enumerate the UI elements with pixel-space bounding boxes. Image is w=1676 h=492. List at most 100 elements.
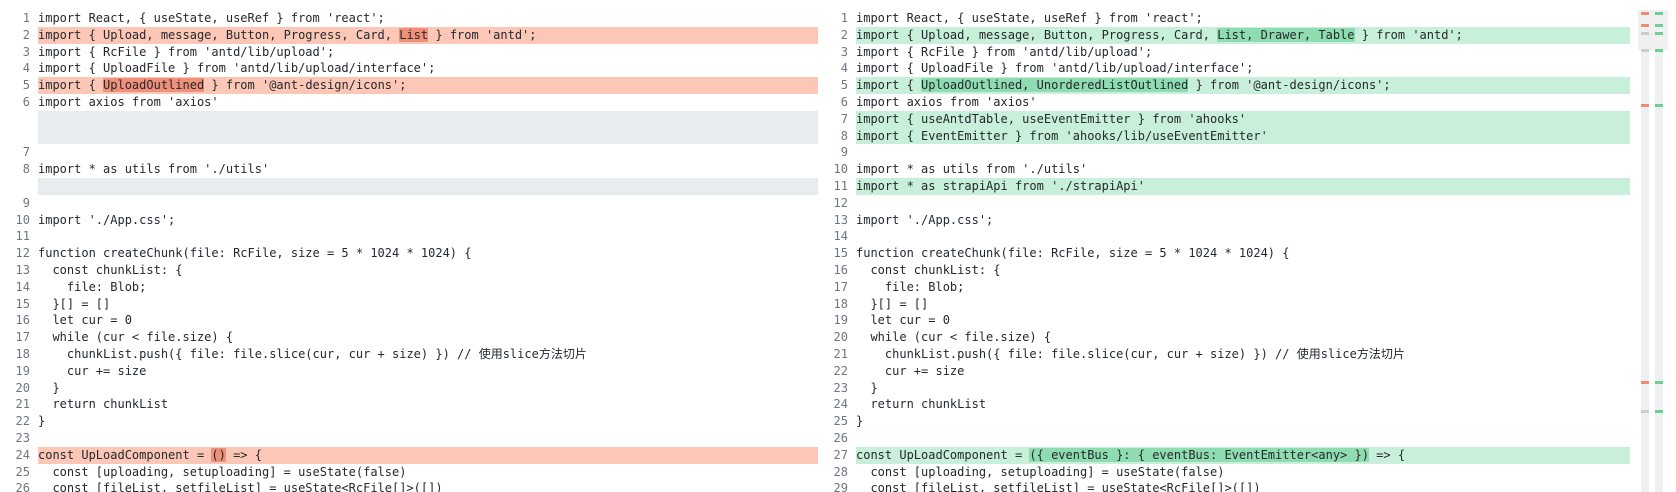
code-line[interactable]: 22 cur += size: [818, 363, 1630, 380]
code-text: chunkList.push({ file: file.slice(cur, c…: [856, 346, 1405, 361]
line-number: 26: [15, 481, 30, 492]
code-text: function createChunk(file: RcFile, size …: [38, 246, 472, 261]
code-line[interactable]: 6 import axios from 'axios': [818, 94, 1630, 111]
code-text: cur += size: [38, 363, 147, 378]
code-line[interactable]: 6 import axios from 'axios': [0, 94, 818, 111]
code-line[interactable]: 16 const chunkList: {: [818, 262, 1630, 279]
line-code: chunkList.push({ file: file.slice(cur, c…: [856, 346, 1630, 363]
diff-filler-row[interactable]: [0, 110, 818, 145]
code-line[interactable]: 20 while (cur < file.size) {: [818, 329, 1630, 346]
code-line[interactable]: 10 import './App.css';: [0, 212, 818, 229]
code-line[interactable]: 1 import React, { useState, useRef } from…: [818, 10, 1630, 27]
code-line[interactable]: 10 import * as utils from './utils': [818, 161, 1630, 178]
code-line[interactable]: 23: [0, 430, 818, 447]
code-line[interactable]: 24 const UpLoadComponent = () => {: [0, 446, 818, 464]
code-line[interactable]: 15 }[] = []: [0, 296, 818, 313]
line-number: 14: [15, 279, 30, 294]
code-line[interactable]: 21 chunkList.push({ file: file.slice(cur…: [818, 346, 1630, 363]
code-text: import axios from 'axios': [38, 94, 219, 109]
code-line[interactable]: 22}: [0, 413, 818, 430]
code-text: const [fileList, setfileList] = useState…: [856, 481, 1261, 492]
code-text: import React, { useState, useRef } from …: [38, 11, 385, 25]
code-line[interactable]: 4 import { UploadFile } from 'antd/lib/up…: [0, 60, 818, 77]
overview-change-marker: [1641, 410, 1649, 413]
code-text: }: [856, 414, 864, 429]
code-line[interactable]: 27 const UpLoadComponent = ({ eventBus }:…: [818, 446, 1630, 464]
code-text: import { RcFile } from 'antd/lib/upload'…: [38, 44, 335, 59]
line-number: 12: [15, 246, 30, 261]
code-text: import { useAntdTable, useEventEmitter }…: [856, 111, 1247, 126]
code-line[interactable]: 17 file: Blob;: [818, 279, 1630, 296]
deleted-text: UploadOutlined: [103, 78, 205, 93]
code-text: file: Blob;: [856, 279, 965, 294]
line-number: 20: [833, 330, 848, 345]
original-pane[interactable]: 1 import React, { useState, useRef } from…: [0, 10, 818, 492]
code-line[interactable]: 17 while (cur < file.size) {: [0, 329, 818, 346]
code-line[interactable]: 19 cur += size: [0, 363, 818, 380]
code-line[interactable]: 3 import { RcFile } from 'antd/lib/upload…: [818, 44, 1630, 61]
line-number: 24: [833, 397, 848, 412]
code-line[interactable]: 2 import { Upload, message, Button, Progr…: [0, 26, 818, 44]
code-line[interactable]: 18 chunkList.push({ file: file.slice(cur…: [0, 346, 818, 363]
code-text: let cur = 0: [856, 313, 950, 328]
overview-change-marker: [1655, 410, 1663, 413]
code-line[interactable]: 23 }: [818, 380, 1630, 397]
code-line[interactable]: 8 import { EventEmitter } from 'ahooks/li…: [818, 127, 1630, 145]
code-line[interactable]: 14: [818, 228, 1630, 245]
code-text: import { UploadFile } from 'antd/lib/upl…: [856, 61, 1254, 76]
code-line[interactable]: 7 import { useAntdTable, useEventEmitter …: [818, 110, 1630, 128]
line-number: 4: [840, 61, 848, 76]
code-line[interactable]: 9: [0, 195, 818, 212]
code-line[interactable]: 2 import { Upload, message, Button, Progr…: [818, 26, 1630, 44]
code-line[interactable]: 20 }: [0, 380, 818, 397]
code-text: } from 'antd';: [1354, 27, 1463, 42]
code-line[interactable]: 5 import { UploadOutlined, UnorderedListO…: [818, 77, 1630, 94]
line-number: 9: [840, 145, 848, 160]
code-line[interactable]: 15 function createChunk(file: RcFile, siz…: [818, 245, 1630, 262]
line-number: 10: [15, 212, 30, 227]
code-line[interactable]: 26 const [fileList, setfileList] = useSt…: [0, 480, 818, 492]
code-line[interactable]: 8 import * as utils from './utils': [0, 161, 818, 178]
code-line[interactable]: 29 const [fileList, setfileList] = useSt…: [818, 480, 1630, 492]
code-line[interactable]: 12: [818, 195, 1630, 212]
code-line[interactable]: 11 import * as strapiApi from './strapiAp…: [818, 177, 1630, 195]
code-line[interactable]: 28 const [uploading, setuploading] = use…: [818, 464, 1630, 481]
code-line[interactable]: 5 import { UploadOutlined } from '@ant-de…: [0, 77, 818, 94]
line-code: return chunkList: [38, 396, 818, 413]
line-code: import { useAntdTable, useEventEmitter }…: [856, 110, 1630, 128]
code-line[interactable]: 9: [818, 144, 1630, 161]
code-line[interactable]: 13 import './App.css';: [818, 212, 1630, 229]
code-text: import {: [38, 78, 104, 93]
diff-overview-ruler[interactable]: [1638, 10, 1668, 492]
code-line[interactable]: 4 import { UploadFile } from 'antd/lib/up…: [818, 60, 1630, 77]
code-line[interactable]: 26: [818, 430, 1630, 447]
line-number: 17: [833, 279, 848, 294]
code-line[interactable]: 1 import React, { useState, useRef } from…: [0, 10, 818, 27]
code-text: import { Upload, message, Button, Progre…: [38, 27, 400, 42]
code-line[interactable]: 25}: [818, 413, 1630, 430]
code-text: const [uploading, setuploading] = useSta…: [856, 464, 1225, 479]
code-line[interactable]: 13 const chunkList: {: [0, 262, 818, 279]
code-line[interactable]: 16 let cur = 0: [0, 312, 818, 329]
code-line[interactable]: 3 import { RcFile } from 'antd/lib/upload…: [0, 44, 818, 61]
line-code: const [uploading, setuploading] = useSta…: [856, 464, 1630, 481]
code-line[interactable]: 25 const [uploading, setuploading] = use…: [0, 464, 818, 481]
overview-change-marker: [1641, 24, 1649, 27]
code-text: while (cur < file.size) {: [856, 330, 1052, 345]
code-line[interactable]: 21 return chunkList: [0, 396, 818, 413]
code-line[interactable]: 14 file: Blob;: [0, 279, 818, 296]
diff-filler-row[interactable]: [0, 177, 818, 195]
line-number: 16: [15, 313, 30, 328]
line-code: }[] = []: [38, 296, 818, 313]
code-text: import axios from 'axios': [856, 94, 1037, 109]
code-line[interactable]: 19 let cur = 0: [818, 312, 1630, 329]
modified-pane[interactable]: 1 import React, { useState, useRef } from…: [818, 10, 1630, 492]
overview-change-marker: [1655, 24, 1663, 27]
code-line[interactable]: 7: [0, 144, 818, 161]
code-line[interactable]: 18 }[] = []: [818, 296, 1630, 313]
code-line[interactable]: 11: [0, 228, 818, 245]
line-code: import * as utils from './utils': [38, 161, 818, 178]
line-number: 9: [22, 195, 30, 210]
code-line[interactable]: 24 return chunkList: [818, 396, 1630, 413]
code-line[interactable]: 12 function createChunk(file: RcFile, siz…: [0, 245, 818, 262]
